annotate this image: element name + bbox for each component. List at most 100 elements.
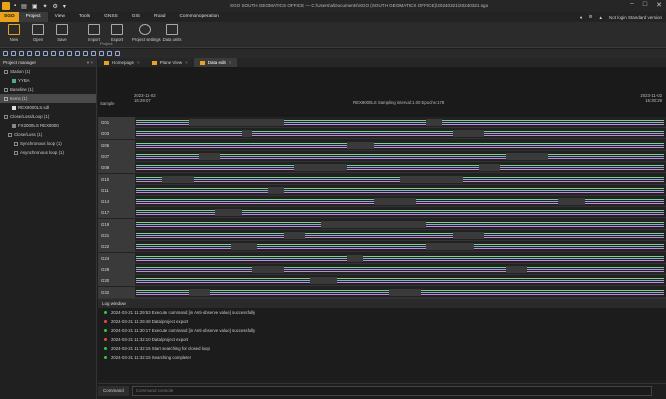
filter-icon[interactable] <box>75 51 80 56</box>
refresh-icon[interactable] <box>51 51 56 56</box>
dropdown-icon[interactable]: ▾ <box>63 3 66 10</box>
export-data-icon[interactable] <box>107 51 112 56</box>
command-tab[interactable]: Command <box>98 385 129 396</box>
tracking-track[interactable] <box>136 243 664 251</box>
signal-line <box>136 259 664 261</box>
tree-item-station[interactable]: Station (1) <box>0 67 96 76</box>
satellite-row[interactable]: G07 <box>98 150 666 162</box>
tracking-track[interactable] <box>136 152 664 160</box>
satellite-row[interactable]: G19 <box>98 218 666 230</box>
grid-icon[interactable] <box>83 51 88 56</box>
info-icon[interactable]: ● <box>580 15 583 20</box>
new-button[interactable]: New <box>3 24 25 42</box>
close-icon[interactable]: × <box>185 58 188 67</box>
tree-item-items[interactable]: Items (1) <box>0 94 96 103</box>
menu-tools[interactable]: Tools <box>72 12 97 22</box>
export-button[interactable]: Export <box>106 24 128 42</box>
satellite-row[interactable]: G01 <box>98 117 666 128</box>
undo-icon[interactable] <box>59 51 64 56</box>
tree-item-baseline[interactable]: Baseline (1) <box>0 85 96 94</box>
tree-item-yyba[interactable]: YYBA <box>0 76 96 85</box>
gear-icon[interactable]: ⚙ <box>588 14 592 20</box>
signal-line <box>136 248 664 250</box>
satellite-row[interactable]: G17 <box>98 207 666 219</box>
satellite-row[interactable]: G28 <box>98 263 666 275</box>
satellite-row[interactable]: G11 <box>98 184 666 196</box>
signal-line <box>136 235 664 236</box>
delete-icon[interactable] <box>43 51 48 56</box>
satellite-row[interactable]: G22 <box>98 241 666 253</box>
menu-gnss[interactable]: GNSS <box>97 12 125 22</box>
tab-homepage[interactable]: Homepage × <box>98 58 146 67</box>
close-panel-icon[interactable]: ▾ × <box>87 58 93 67</box>
tracking-track[interactable] <box>136 175 664 183</box>
data-units-button[interactable]: Data units <box>161 24 183 42</box>
tree-item-baseline-pair[interactable]: FX2000LS REX8000 <box>0 121 96 130</box>
tree-item-loop[interactable]: Close/Loss/Loop (1) <box>0 112 96 121</box>
minimize-button[interactable]: − <box>630 1 634 9</box>
pan-icon[interactable] <box>27 51 32 56</box>
menu-common-operation[interactable]: Commonoperation <box>172 12 225 22</box>
tracking-track[interactable] <box>136 164 664 172</box>
satellite-row[interactable]: G24 <box>98 252 666 264</box>
satellite-row[interactable]: G14 <box>98 196 666 208</box>
close-icon[interactable]: × <box>137 58 140 67</box>
tracking-track[interactable] <box>136 209 664 217</box>
user-status[interactable]: Not login Standard version <box>609 15 662 20</box>
zoom-window-icon[interactable] <box>19 51 24 56</box>
new-file-icon[interactable]: ▪ <box>14 3 16 10</box>
menu-gis[interactable]: GIS <box>125 12 147 22</box>
tracking-track[interactable] <box>136 254 664 262</box>
tab-plane-view[interactable]: Plane View × <box>146 58 194 67</box>
import-button[interactable]: Import <box>83 24 105 42</box>
satellite-row[interactable]: G03 <box>98 128 666 140</box>
select-icon[interactable] <box>35 51 40 56</box>
menu-project[interactable]: Project <box>18 12 48 22</box>
satellite-row[interactable]: G08 <box>98 162 666 174</box>
table-icon[interactable] <box>99 51 104 56</box>
tracking-track[interactable] <box>136 277 664 285</box>
zoom-out-icon[interactable] <box>11 51 16 56</box>
menu-sgo[interactable]: SGO <box>0 12 19 22</box>
menu-road[interactable]: Road <box>147 12 172 22</box>
settings-tool-icon[interactable] <box>115 51 120 56</box>
open-folder-icon[interactable]: ▤ <box>21 3 27 10</box>
tree-item-sync-loop[interactable]: Synchronous loop (1) <box>0 139 96 148</box>
tracking-track[interactable] <box>136 220 664 228</box>
save-button[interactable]: Save <box>51 24 73 42</box>
tracking-track[interactable] <box>136 265 664 273</box>
satellite-row[interactable]: G06 <box>98 139 666 151</box>
satellite-label: G21 <box>98 230 135 241</box>
open-button[interactable]: Open <box>27 24 49 42</box>
tracking-track[interactable] <box>136 288 664 296</box>
tracking-track[interactable] <box>136 119 664 126</box>
tracking-track[interactable] <box>136 130 664 138</box>
maximize-button[interactable]: □ <box>643 1 647 9</box>
project-settings-button[interactable]: Project settings <box>132 24 161 42</box>
app-logo-icon[interactable] <box>2 2 10 10</box>
zoom-in-icon[interactable] <box>3 51 8 56</box>
gear-icon[interactable]: ⚙ <box>53 3 58 10</box>
close-button[interactable]: ✕ <box>656 1 662 9</box>
close-icon[interactable]: × <box>229 58 232 67</box>
tracking-track[interactable] <box>136 141 664 149</box>
signal-line <box>136 165 664 167</box>
chart-icon[interactable] <box>91 51 96 56</box>
tab-data-edit[interactable]: Data edit × <box>193 58 238 67</box>
tracking-track[interactable] <box>136 198 664 206</box>
satellite-row[interactable]: G10 <box>98 173 666 185</box>
command-input[interactable] <box>131 385 652 396</box>
tree-item-async-loop[interactable]: Asynchronous loop (1) <box>0 148 96 157</box>
menu-view[interactable]: View <box>48 12 72 22</box>
tree-item-file[interactable]: REX8000LS.sdl <box>0 103 96 112</box>
satellite-row[interactable]: G30 <box>98 275 666 287</box>
satellite-row[interactable]: G21 <box>98 230 666 241</box>
pin-icon[interactable]: ✦ <box>42 3 47 10</box>
tracking-track[interactable] <box>136 232 664 239</box>
satellite-tracking-chart[interactable]: G01 G03 G06 G07 G08 G10 G11 G14 G17 G19 G21 G22 G24 G… <box>98 117 666 298</box>
save-icon[interactable]: ▣ <box>32 3 38 10</box>
tracking-track[interactable] <box>136 186 664 194</box>
satellite-row[interactable]: G32 <box>98 286 666 298</box>
tree-item-close-loss[interactable]: Close/Loss (1) <box>0 130 96 139</box>
redo-icon[interactable] <box>67 51 72 56</box>
